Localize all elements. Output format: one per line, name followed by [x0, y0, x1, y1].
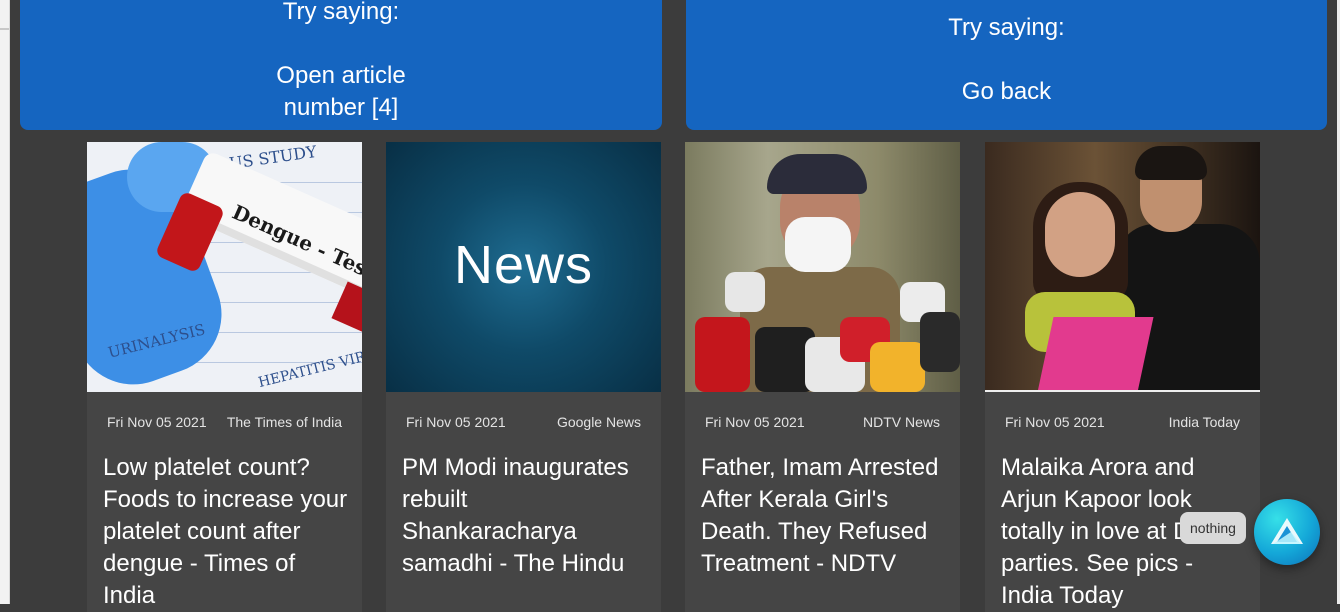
article-thumbnail[interactable]: [985, 142, 1260, 392]
article-card-3[interactable]: Fri Nov 05 2021 NDTV News Father, Imam A…: [685, 142, 960, 612]
article-card-1[interactable]: VIRUS STUDY Dengue - Test URINALYSIS HEP…: [87, 142, 362, 612]
article-thumbnail[interactable]: [685, 142, 960, 392]
image-caption: HEPATITIS VIR: [256, 348, 362, 392]
hint-command: Go back: [961, 78, 1052, 105]
article-date: Fri Nov 05 2021: [705, 414, 805, 430]
article-thumbnail[interactable]: News: [386, 142, 661, 392]
assistant-logo-icon: [1271, 518, 1303, 544]
hint-heading: Try saying:: [282, 0, 400, 25]
article-meta: Fri Nov 05 2021 The Times of India: [107, 414, 342, 430]
voice-hint-banner-right: Try saying: Go back: [686, 0, 1327, 130]
article-title[interactable]: Father, Imam Arrested After Kerala Girl'…: [701, 452, 946, 580]
article-date: Fri Nov 05 2021: [107, 414, 207, 430]
news-logo: News: [453, 235, 594, 295]
hint-heading: Try saying:: [948, 14, 1065, 41]
assistant-button[interactable]: [1254, 499, 1320, 565]
hint-command: Open article number [4]: [276, 62, 406, 121]
edge-notch: [0, 28, 9, 30]
article-date: Fri Nov 05 2021: [1005, 414, 1105, 430]
article-meta: Fri Nov 05 2021 Google News: [406, 414, 641, 430]
article-meta: Fri Nov 05 2021 India Today: [1005, 414, 1240, 430]
article-title[interactable]: PM Modi inaugurates rebuilt Shankarachar…: [402, 452, 647, 580]
article-date: Fri Nov 05 2021: [406, 414, 506, 430]
article-title[interactable]: Low platelet count? Foods to increase yo…: [103, 452, 348, 612]
article-card-2[interactable]: News Fri Nov 05 2021 Google News PM Modi…: [386, 142, 661, 612]
article-source: India Today: [1168, 414, 1240, 430]
browser-left-edge: [0, 0, 10, 604]
assistant-tooltip: nothing: [1180, 512, 1246, 544]
article-source: Google News: [556, 414, 641, 430]
article-source: NDTV News: [862, 414, 940, 430]
article-source: The Times of India: [226, 414, 342, 430]
voice-hint-banner-left: Try saying: Open article number [4]: [20, 0, 662, 130]
article-meta: Fri Nov 05 2021 NDTV News: [705, 414, 940, 430]
article-thumbnail[interactable]: VIRUS STUDY Dengue - Test URINALYSIS HEP…: [87, 142, 362, 392]
